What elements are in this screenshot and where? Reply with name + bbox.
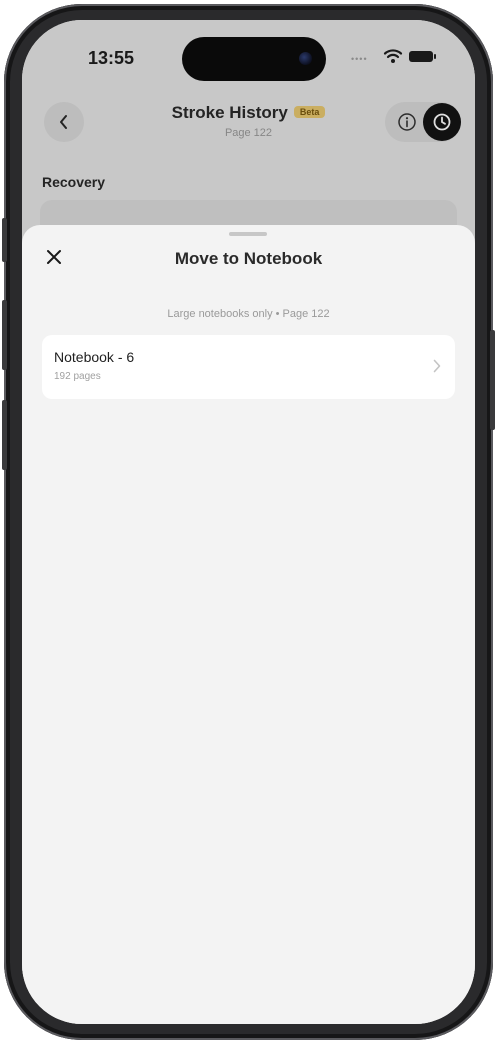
notebook-row[interactable]: Notebook - 6 192 pages xyxy=(42,335,455,399)
sheet-subtitle: Large notebooks only • Page 122 xyxy=(167,308,330,320)
volume-up-button xyxy=(2,300,7,370)
screen: Stroke History Beta Page 122 Recovery 13:… xyxy=(22,20,475,1024)
battery-icon xyxy=(409,51,436,62)
volume-down-button xyxy=(2,400,7,470)
action-button xyxy=(2,218,7,262)
move-to-notebook-sheet: Move to Notebook Large notebooks only • … xyxy=(22,225,475,1024)
camera-icon xyxy=(299,52,312,65)
dynamic-island xyxy=(182,37,326,81)
status-icons: •••• xyxy=(351,48,441,66)
power-button xyxy=(490,330,495,430)
notebook-page-count: 192 pages xyxy=(54,371,101,382)
sheet-grabber[interactable] xyxy=(229,232,267,236)
status-time: 13:55 xyxy=(88,48,135,68)
notebook-name: Notebook - 6 xyxy=(54,349,135,365)
sheet-title: Move to Notebook xyxy=(174,249,323,268)
wifi-icon xyxy=(383,49,403,63)
chevron-right-icon xyxy=(433,359,441,373)
signal-dots-icon: •••• xyxy=(351,54,368,64)
